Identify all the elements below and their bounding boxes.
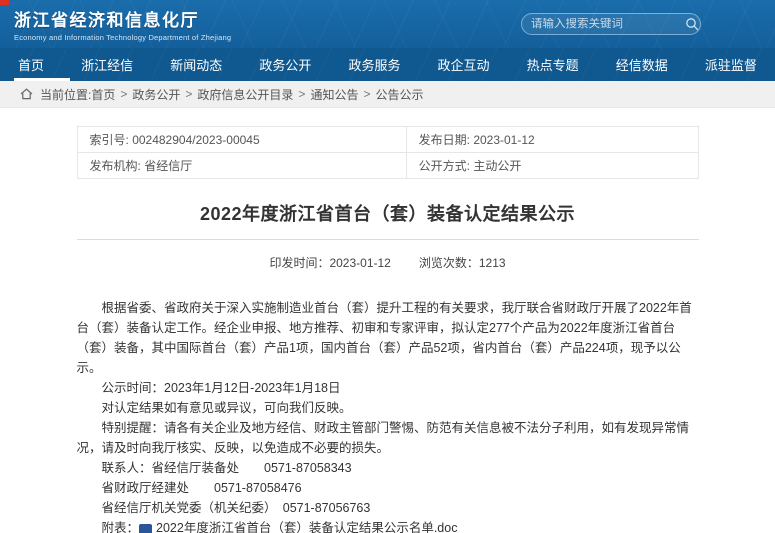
doc-pubdate-value: 2023-01-12 [473,133,534,147]
nav-item-hot-topics[interactable]: 热点专题 [525,48,581,81]
nav-item-supervision[interactable]: 派驻监督 [703,48,759,81]
doc-puborg-label: 发布机构: [90,159,141,173]
breadcrumb-separator: > [363,87,370,101]
breadcrumb-item-gov-affairs[interactable]: 政务公开 [132,86,180,103]
title-divider [77,239,699,240]
breadcrumb-separator: > [298,87,305,101]
attachment-line: 附表：W 2022年度浙江省首台（套）装备认定结果公示名单.doc [77,518,699,533]
table-row: 发布机构: 省经信厅 公开方式: 主动公开 [77,153,698,179]
paragraph-contact-finance: 省财政厅经建处 0571-87058476 [77,478,699,498]
site-title: 浙江省经济和信息化厅 [14,6,231,31]
doc-index-value: 002482904/2023-00045 [132,133,259,147]
nav-item-zhejiang-jingxin[interactable]: 浙江经信 [79,48,135,81]
nav-item-data[interactable]: 经信数据 [614,48,670,81]
paragraph-contact-equipment: 联系人：省经信厅装备处 0571-87058343 [77,458,699,478]
word-doc-icon: W [139,524,152,533]
main-nav: 首页 浙江经信 新闻动态 政务公开 政务服务 政企互动 热点专题 经信数据 派驻… [0,48,775,81]
site-header: 浙江省经济和信息化厅 Economy and Information Techn… [0,0,775,48]
breadcrumb-prefix: 当前位置: [40,86,91,103]
screen-corner-artifact [0,0,9,5]
nav-item-gov-services[interactable]: 政务服务 [346,48,402,81]
paragraph-contact-discipline: 省经信厅机关党委（机关纪委） 0571-87056763 [77,498,699,518]
table-row: 索引号: 002482904/2023-00045 发布日期: 2023-01-… [77,127,698,153]
site-subtitle: Economy and Information Technology Depar… [14,33,231,42]
doc-puborg-cell: 发布机构: 省经信厅 [77,153,406,179]
doc-pubdate-label: 发布日期: [419,133,470,147]
page: 浙江省经济和信息化厅 Economy and Information Techn… [0,0,775,533]
paragraph-special-reminder: 特别提醒：请各有关企业及地方经信、财政主管部门警惕、防范有关信息被不法分子利用，… [77,418,699,458]
views-label: 浏览次数： [419,256,479,270]
doc-puborg-value: 省经信厅 [144,159,192,173]
home-icon [20,88,33,100]
doc-opentype-cell: 公开方式: 主动公开 [406,153,698,179]
search-input[interactable] [531,18,685,30]
nav-item-home[interactable]: 首页 [16,48,46,81]
attachment-link[interactable]: 2022年度浙江省首台（套）装备认定结果公示名单.doc [156,521,457,533]
breadcrumb-separator: > [185,87,192,101]
breadcrumb-separator: > [120,87,127,101]
article-body: 根据省委、省政府关于深入实施制造业首台（套）提升工程的有关要求，我厅联合省财政厅… [77,298,699,533]
nav-item-interaction[interactable]: 政企互动 [436,48,492,81]
views-value: 1213 [479,256,506,270]
doc-index-label: 索引号: [90,133,129,147]
article-page: 索引号: 002482904/2023-00045 发布日期: 2023-01-… [77,108,699,533]
print-time-label: 印发时间： [269,256,329,270]
doc-opentype-label: 公开方式: [419,159,470,173]
site-logo[interactable]: 浙江省经济和信息化厅 Economy and Information Techn… [14,6,231,42]
search-icon[interactable] [685,17,699,31]
paragraph-feedback: 对认定结果如有意见或异议，可向我们反映。 [77,398,699,418]
doc-meta-table: 索引号: 002482904/2023-00045 发布日期: 2023-01-… [77,126,699,179]
breadcrumb: 当前位置: 首页 > 政务公开 > 政府信息公开目录 > 通知公告 > 公告公示 [0,81,775,108]
nav-item-news[interactable]: 新闻动态 [168,48,224,81]
breadcrumb-item-notices[interactable]: 通知公告 [310,86,358,103]
doc-opentype-value: 主动公开 [473,159,521,173]
breadcrumb-item-info-catalog[interactable]: 政府信息公开目录 [197,86,293,103]
search-box [521,13,701,35]
doc-index-cell: 索引号: 002482904/2023-00045 [77,127,406,153]
paragraph-public-period: 公示时间：2023年1月12日-2023年1月18日 [77,378,699,398]
doc-pubdate-cell: 发布日期: 2023-01-12 [406,127,698,153]
nav-item-gov-affairs[interactable]: 政务公开 [257,48,313,81]
breadcrumb-item-home[interactable]: 首页 [91,86,115,103]
paragraph-intro: 根据省委、省政府关于深入实施制造业首台（套）提升工程的有关要求，我厅联合省财政厅… [77,298,699,378]
page-title: 2022年度浙江省首台（套）装备认定结果公示 [77,200,699,226]
article-meta-line: 印发时间：2023-01-12 浏览次数：1213 [77,254,699,271]
attachment-label: 附表： [102,521,140,533]
print-time-value: 2023-01-12 [329,256,390,270]
breadcrumb-item-announcements[interactable]: 公告公示 [375,86,423,103]
